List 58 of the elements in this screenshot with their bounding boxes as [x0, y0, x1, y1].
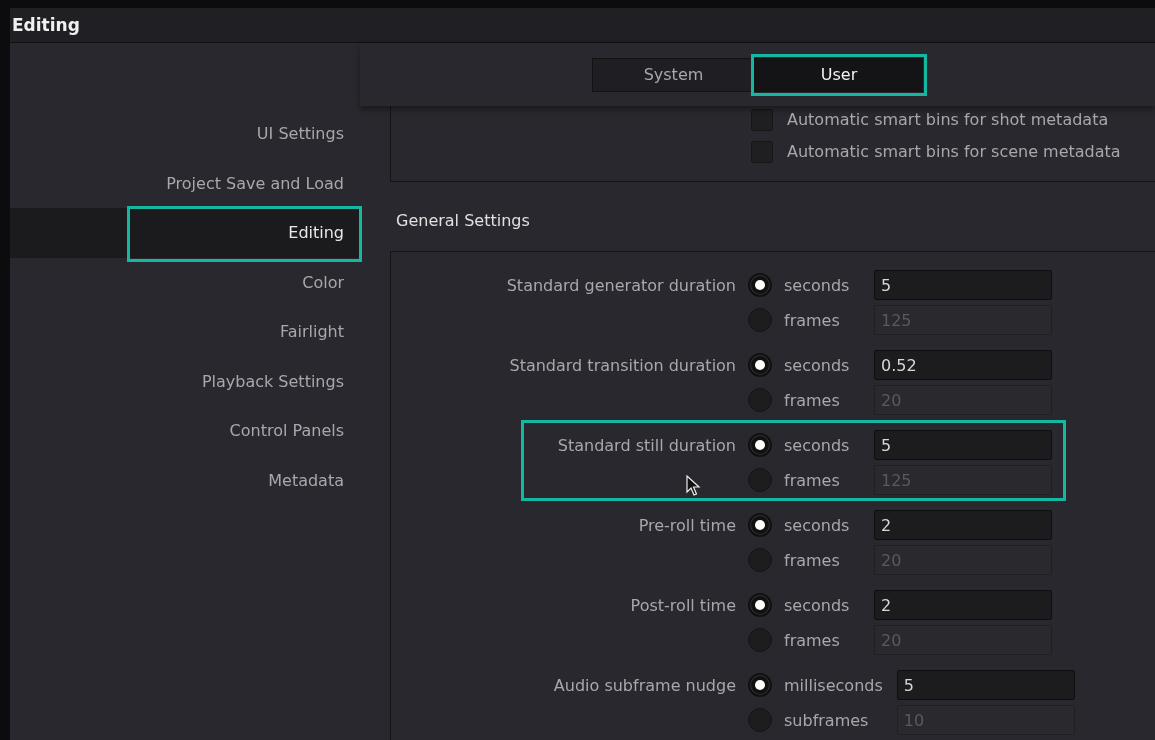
sidebar-item[interactable]: Playback Settings [10, 356, 360, 406]
radio-label: seconds [784, 435, 851, 455]
radio-label: frames [784, 310, 841, 330]
tab[interactable]: System [592, 57, 755, 92]
sidebar-item-label: Playback Settings [201, 371, 344, 391]
radio-button[interactable] [748, 433, 772, 457]
radio-label: frames [784, 630, 841, 650]
setting-label: Audio subframe nudge [552, 675, 736, 695]
sidebar-item-label: Project Save and Load [166, 173, 344, 193]
sidebar-item-label: Control Panels [229, 421, 344, 441]
sidebar-item-label: Color [302, 272, 344, 292]
sidebar-item-label: UI Settings [256, 124, 344, 144]
setting-label: Pre-roll time [637, 515, 736, 535]
radio-label: frames [784, 550, 841, 570]
radio-button[interactable] [748, 513, 772, 537]
checkbox-label: Automatic smart bins for scene metadata [787, 142, 1121, 161]
sidebar-item[interactable]: Control Panels [10, 406, 360, 456]
radio-button[interactable] [748, 673, 772, 697]
sidebar-item[interactable]: UI Settings [10, 109, 360, 159]
input-field[interactable]: 5 [874, 430, 1052, 460]
radio-button[interactable] [748, 628, 772, 652]
radio-button[interactable] [748, 548, 772, 572]
radio-button[interactable] [748, 308, 772, 332]
setting-label: Standard still duration [556, 435, 736, 455]
setting-label: Post-roll time [629, 595, 736, 615]
radio-label: subframes [784, 710, 870, 730]
sidebar-item-label: Metadata [268, 470, 344, 490]
radio-button[interactable] [748, 708, 772, 732]
radio-button[interactable] [748, 468, 772, 492]
radio-label: seconds [784, 515, 851, 535]
setting-label: Standard generator duration [505, 275, 736, 295]
sidebar-item[interactable]: Fairlight [10, 307, 360, 357]
radio-label: seconds [784, 275, 851, 295]
cursor-icon [686, 475, 702, 497]
input-field[interactable]: 2 [874, 590, 1052, 620]
input-field[interactable]: 5 [874, 270, 1052, 300]
radio-button[interactable] [748, 593, 772, 617]
radio-label: seconds [784, 355, 851, 375]
checkbox[interactable] [751, 108, 773, 131]
sidebar-item-label: Fairlight [279, 322, 344, 342]
radio-button[interactable] [748, 273, 772, 297]
sidebar-item-label: Editing [288, 223, 344, 243]
checkbox-label: Automatic smart bins for shot metadata [787, 110, 1109, 129]
radio-label: seconds [784, 595, 851, 615]
radio-button[interactable] [748, 388, 772, 412]
sidebar-item[interactable]: Color [10, 257, 360, 307]
radio-button[interactable] [748, 353, 772, 377]
input-field[interactable]: 2 [874, 510, 1052, 540]
section-title: General Settings [395, 210, 531, 228]
radio-label: frames [784, 470, 841, 490]
setting-label: Standard transition duration [508, 355, 736, 375]
sidebar-item[interactable]: Project Save and Load [10, 158, 360, 208]
radio-label: frames [784, 390, 841, 410]
input-field[interactable]: 5 [896, 670, 1075, 700]
window-title: Editing [12, 15, 80, 35]
sidebar-item[interactable]: Metadata [10, 455, 360, 505]
radio-label: milliseconds [784, 675, 884, 695]
input-field[interactable]: 0.52 [874, 350, 1052, 380]
